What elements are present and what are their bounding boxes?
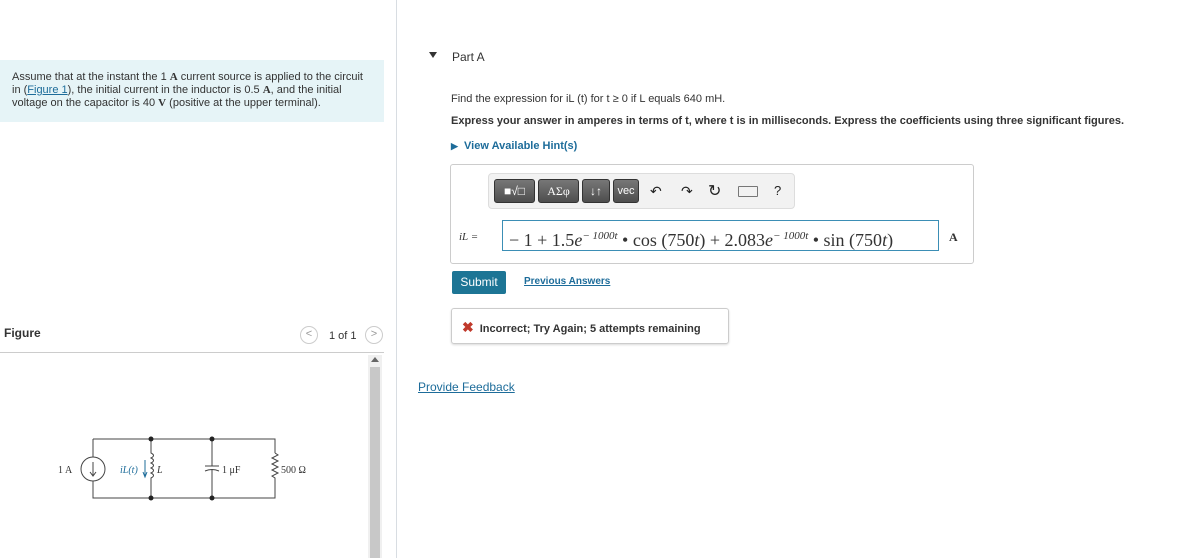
arrows-button[interactable]: ↓↑ xyxy=(582,179,610,203)
hints-label: View Available Hint(s) xyxy=(464,140,578,152)
expr-part: ) + 2.083 xyxy=(699,230,766,250)
templates-button[interactable]: ■√□ xyxy=(494,179,535,203)
figure-pager: 1 of 1 xyxy=(329,330,357,342)
current-arrow-icon xyxy=(142,460,148,479)
question-text: Find the expression for iL (t) for t ≥ 0… xyxy=(451,93,726,105)
feedback-box: ✖ Incorrect; Try Again; 5 attempts remain… xyxy=(451,308,729,344)
reset-icon[interactable]: ↻ xyxy=(708,181,721,201)
problem-statement: Assume that at the instant the 1 A curre… xyxy=(0,60,384,122)
vec-button[interactable]: vec xyxy=(613,179,639,203)
inductor-label: L xyxy=(156,465,163,476)
unit: A xyxy=(262,84,271,96)
expr-exponent: − 1000t xyxy=(773,230,809,242)
expr-part: • sin (750 xyxy=(808,230,883,250)
expr-part: ) xyxy=(887,230,894,250)
text: Assume that at the instant the 1 xyxy=(12,71,170,83)
answer-input[interactable]: − 1 + 1.5e− 1000t • cos (750t) + 2.083e−… xyxy=(502,220,939,251)
part-title[interactable]: Part A xyxy=(452,50,485,64)
circuit-diagram: 1 A iL(t) L 1 μF 500 Ω xyxy=(58,436,306,501)
unit: A xyxy=(169,71,178,83)
text: (positive at the upper terminal). xyxy=(166,97,321,109)
collapse-caret-icon[interactable] xyxy=(429,52,437,58)
pane-divider xyxy=(396,0,397,558)
expr-exponent: − 1000t xyxy=(582,230,618,242)
incorrect-x-icon: ✖ xyxy=(462,319,474,335)
instructions-text: Express your answer in amperes in terms … xyxy=(451,115,1125,127)
next-figure-button[interactable]: > xyxy=(365,326,383,344)
expr-part: • cos (750 xyxy=(617,230,695,250)
resistor-label: 500 Ω xyxy=(281,465,306,476)
greek-button[interactable]: ΑΣφ xyxy=(538,179,579,203)
redo-icon[interactable]: ↷ xyxy=(681,183,693,200)
math-toolbar: ■√□ ΑΣφ ↓↑ vec ↶ ↷ ↻ ? xyxy=(488,173,795,209)
figure-link[interactable]: Figure 1 xyxy=(27,84,67,96)
resistor xyxy=(270,452,280,483)
feedback-text: Incorrect; Try Again; 5 attempts remaini… xyxy=(479,323,701,335)
expr-part: e xyxy=(765,230,774,250)
scrollbar-thumb[interactable] xyxy=(370,367,380,558)
submit-button[interactable]: Submit xyxy=(452,271,506,294)
expr-part: − 1 + 1.5 xyxy=(509,230,575,250)
answer-box: ■√□ ΑΣφ ↓↑ vec ↶ ↷ ↻ ? iL = − 1 + 1.5e− … xyxy=(450,164,974,264)
current-label: iL(t) xyxy=(120,465,138,476)
prev-figure-button[interactable]: < xyxy=(300,326,318,344)
previous-answers-link[interactable]: Previous Answers xyxy=(524,276,610,287)
scroll-up-icon[interactable] xyxy=(371,357,379,362)
figure-label: Figure xyxy=(4,326,41,340)
help-icon[interactable]: ? xyxy=(774,183,781,198)
scrollbar[interactable] xyxy=(368,355,382,558)
undo-icon[interactable]: ↶ xyxy=(650,183,662,200)
inductor xyxy=(149,439,154,498)
source-arrow-icon xyxy=(89,462,97,477)
answer-label: iL = xyxy=(459,231,479,243)
capacitor xyxy=(204,439,220,498)
capacitor-label: 1 μF xyxy=(222,465,241,476)
caret-right-icon: ▶ xyxy=(451,141,458,151)
view-hints-link[interactable]: ▶ View Available Hint(s) xyxy=(451,140,577,152)
text: ), the initial current in the inductor i… xyxy=(67,84,263,96)
divider xyxy=(0,352,384,353)
source-label: 1 A xyxy=(58,465,73,476)
provide-feedback-link[interactable]: Provide Feedback xyxy=(418,380,515,394)
unit: V xyxy=(158,97,167,109)
keyboard-icon[interactable] xyxy=(738,186,758,197)
answer-unit: A xyxy=(949,230,958,244)
